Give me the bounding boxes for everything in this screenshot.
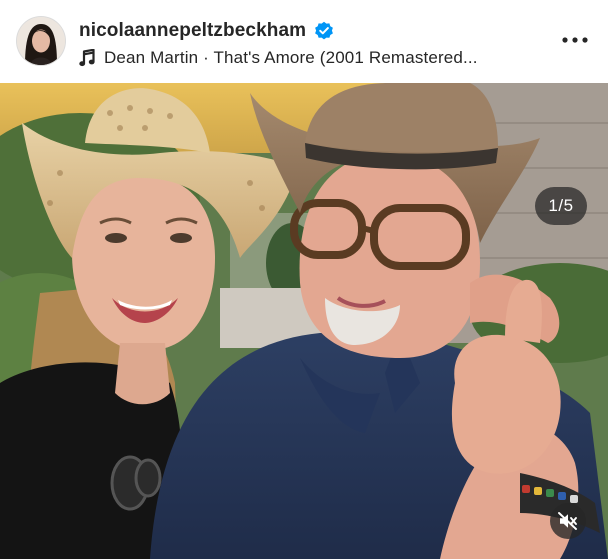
verified-badge-icon (315, 21, 334, 40)
post-photo (0, 83, 608, 559)
username-row: nicolaannepeltzbeckham (79, 19, 334, 43)
audio-track-label: Dean Martin · That's Amore (2001 Remaste… (104, 48, 478, 67)
audio-attribution[interactable]: Dean Martin · That's Amore (2001 Remaste… (79, 47, 478, 69)
mute-toggle-button[interactable] (550, 503, 586, 539)
profile-avatar[interactable] (17, 17, 65, 65)
post-media-carousel[interactable]: 1/5 (0, 83, 608, 559)
speaker-muted-icon (558, 512, 577, 530)
more-options-icon (562, 37, 588, 43)
instagram-post: nicolaannepeltzbeckham Dean Martin · Tha… (0, 0, 608, 559)
music-note-icon (79, 49, 95, 67)
avatar-image (17, 17, 65, 65)
more-options-button[interactable] (560, 28, 590, 52)
post-header: nicolaannepeltzbeckham Dean Martin · Tha… (0, 0, 608, 82)
carousel-counter: 1/5 (535, 187, 587, 225)
username-link[interactable]: nicolaannepeltzbeckham (79, 20, 306, 42)
